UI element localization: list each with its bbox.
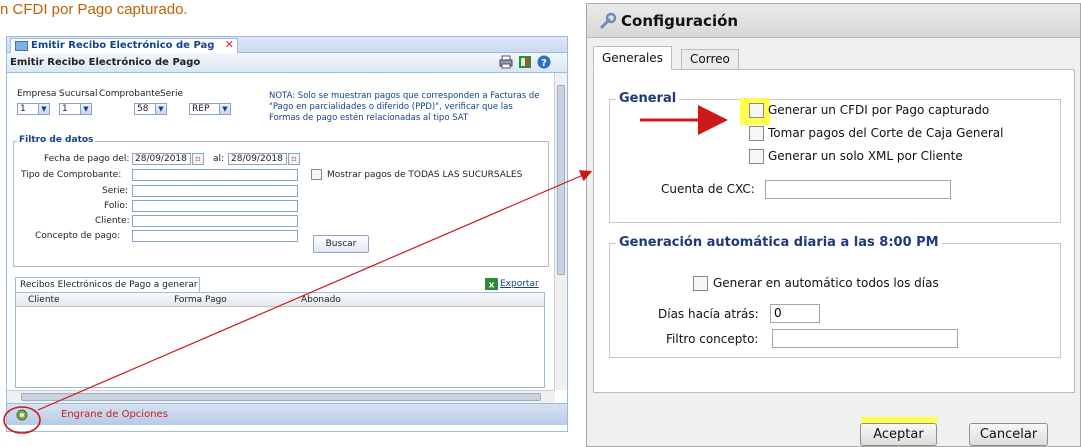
auto-legend: Generación automática diaria a las 8:00 … (616, 235, 942, 250)
recibos-grid: Cliente Forma Pago Abonado (15, 292, 545, 388)
svg-text:?: ? (541, 58, 547, 69)
horizontal-scrollbar[interactable] (7, 390, 555, 403)
emitir-recibo-window: Emitir Recibo Electrónico de Pag ✕ Emiti… (6, 36, 568, 432)
chevron-down-icon: ▼ (38, 104, 49, 114)
fecha-label: Fecha de pago del: (44, 154, 130, 164)
page-caption: n CFDI por Pago capturado. (0, 1, 188, 18)
chevron-down-icon: ▼ (155, 104, 166, 114)
fecha-from-input[interactable]: 28/09/2018 (132, 153, 191, 165)
filtro-concepto-input[interactable] (772, 329, 958, 348)
tipo-label: Tipo de Comprobante: (21, 170, 122, 180)
serie-label: Serie (160, 89, 183, 99)
tab-correo[interactable]: Correo (681, 49, 739, 70)
excel-icon[interactable] (518, 55, 532, 69)
grid-header: Cliente Forma Pago Abonado (16, 293, 544, 307)
dialog-title: Configuración (621, 12, 739, 30)
xml-por-cliente-label: Generar un solo XML por Cliente (768, 149, 963, 163)
nota-line: Formas de pago estén relacionadas al tip… (269, 113, 469, 123)
auto-diario-checkbox[interactable] (693, 276, 708, 291)
close-tab-icon[interactable]: ✕ (225, 38, 234, 52)
xml-por-cliente-checkbox[interactable] (749, 149, 764, 164)
tab-emitir-recibo[interactable]: Emitir Recibo Electrónico de Pag ✕ (10, 38, 238, 53)
panel-title: Emitir Recibo Electrónico de Pago (7, 53, 567, 73)
serie-select[interactable]: REP ▼ (189, 103, 231, 115)
corte-caja-checkbox[interactable] (749, 126, 764, 141)
empresa-select[interactable]: 1 ▼ (17, 103, 50, 115)
wrench-icon (600, 12, 617, 29)
empresa-label: Empresa (17, 89, 57, 99)
cancelar-button[interactable]: Cancelar (969, 423, 1048, 446)
tab-label: Emitir Recibo Electrónico de Pag (31, 40, 215, 51)
engrane-annotation: Engrane de Opciones (61, 409, 168, 420)
print-icon[interactable] (499, 55, 513, 69)
svg-text:x: x (489, 281, 495, 291)
serie-filter-label: Serie: (102, 186, 129, 196)
folio-input[interactable] (132, 200, 298, 212)
serie-input[interactable] (132, 185, 298, 197)
general-legend: General (616, 91, 680, 106)
nota-line: NOTA: Solo se muestran pagos que corresp… (269, 91, 540, 101)
todas-sucursales-label: Mostrar pagos de TODAS LAS SUCURSALES (327, 170, 523, 180)
filtro-concepto-label: Filtro concepto: (666, 332, 759, 346)
tipo-input[interactable] (132, 169, 298, 181)
col-forma-pago[interactable]: Forma Pago (174, 295, 227, 305)
tab-strip: Emitir Recibo Electrónico de Pag ✕ (7, 37, 567, 53)
cuenta-cxc-label: Cuenta de CXC: (661, 182, 755, 196)
filtro-legend: Filtro de datos (17, 135, 96, 145)
exportar-link[interactable]: Exportar (500, 279, 539, 289)
chevron-down-icon: ▼ (80, 104, 91, 114)
bottom-toolbar: Engrane de Opciones (7, 403, 567, 425)
window-icon (15, 41, 28, 51)
gear-icon[interactable] (15, 408, 29, 422)
scroll-thumb[interactable] (21, 393, 541, 401)
folio-label: Folio: (104, 201, 128, 211)
export-excel-icon[interactable]: x (485, 278, 498, 290)
help-icon[interactable]: ? (537, 55, 551, 69)
buscar-button[interactable]: Buscar (313, 235, 369, 253)
comprobante-label: Comprobante (99, 89, 161, 99)
dialog-title-bar[interactable]: Configuración (587, 4, 1080, 38)
nota-text: NOTA: Solo se muestran pagos que corresp… (269, 91, 540, 124)
fecha-to-input[interactable]: 28/09/2018 (228, 153, 287, 165)
dialog-body: General Generar un CFDI por Pago captura… (593, 69, 1075, 393)
aceptar-button[interactable]: Aceptar (860, 423, 937, 446)
col-abonado[interactable]: Abonado (301, 295, 341, 305)
comprobante-value: 58 (137, 104, 149, 114)
sucursal-select[interactable]: 1 ▼ (59, 103, 92, 115)
dias-atras-label: Días hacía atrás: (658, 307, 759, 321)
scroll-thumb[interactable] (557, 85, 565, 275)
cliente-label: Cliente: (95, 216, 130, 226)
auto-diario-label: Generar en automático todos los días (713, 276, 939, 290)
cfdi-por-pago-label: Generar un CFDI por Pago capturado (768, 103, 990, 117)
concepto-label: Concepto de pago: (35, 231, 121, 241)
empresa-value: 1 (20, 104, 26, 114)
sucursal-label: Sucursal (59, 89, 98, 99)
grid-tab[interactable]: Recibos Electrónicos de Pago a generar (15, 277, 200, 292)
configuracion-dialog: Configuración Generales Correo General G… (586, 3, 1081, 447)
sucursal-value: 1 (62, 104, 68, 114)
al-label: al: (213, 154, 225, 164)
calendar-icon[interactable]: ▫ (288, 153, 300, 165)
calendar-icon[interactable]: ▫ (192, 153, 204, 165)
comprobante-select[interactable]: 58 ▼ (134, 103, 167, 115)
nota-line: "Pago en parcialidades o diferido (PPD)"… (269, 102, 513, 112)
chevron-down-icon: ▼ (219, 104, 230, 114)
col-cliente[interactable]: Cliente (28, 295, 60, 305)
tab-generales[interactable]: Generales (593, 46, 672, 70)
dias-atras-input[interactable]: 0 (770, 304, 820, 323)
cfdi-por-pago-checkbox[interactable] (749, 103, 764, 118)
vertical-scrollbar[interactable] (554, 73, 567, 390)
concepto-input[interactable] (132, 230, 298, 242)
serie-value: REP (192, 104, 210, 114)
cliente-input[interactable] (132, 215, 298, 227)
corte-caja-label: Tomar pagos del Corte de Caja General (768, 126, 1004, 140)
todas-sucursales-checkbox[interactable] (311, 169, 322, 180)
cuenta-cxc-input[interactable] (765, 180, 951, 199)
